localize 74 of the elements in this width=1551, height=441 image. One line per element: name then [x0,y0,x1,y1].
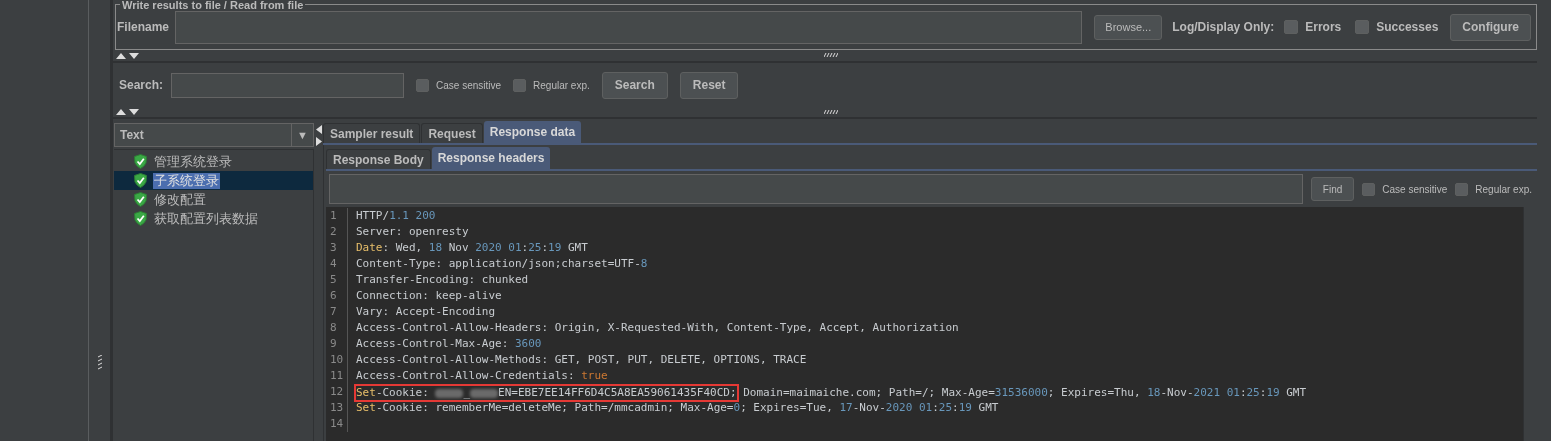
blurred-redaction [470,388,499,398]
line-number: 12 [326,384,348,400]
code-line: Content-Type: application/json;charset=UTF-8 [356,256,648,272]
line-number: 5 [326,272,348,288]
configure-button[interactable]: Configure [1450,13,1531,41]
code-line: Date: Wed, 18 Nov 2020 01:25:19 GMT [356,240,588,256]
checkbox-label: Case sensitive [436,78,502,93]
shield-check-icon [134,173,147,188]
code-line: Access-Control-Max-Age: 3600 [356,336,542,352]
splitter-grip-icon[interactable] [97,355,102,371]
shield-check-icon [134,154,147,169]
line-number: 10 [326,352,348,368]
checkbox[interactable] [1284,20,1299,34]
line-number: 7 [326,304,348,320]
tab[interactable]: Request [421,123,483,143]
split-arrows-icon[interactable] [315,125,322,147]
tab[interactable]: Response data [483,121,582,143]
splitter-grip-icon[interactable] [824,53,838,57]
code-line: Access-Control-Allow-Credentials: true [356,368,608,384]
line-number: 11 [326,368,348,384]
checkbox-label: Case sensitive [1382,182,1448,197]
line-number: 13 [326,400,348,416]
code-line: Access-Control-Allow-Headers: Origin, X-Requested-With, Content-Type, Accept, Authorization [356,320,959,336]
line-number: 14 [326,416,348,432]
code-line: Vary: Accept-Encoding [356,304,496,320]
checkbox[interactable] [1362,182,1376,196]
code-line: Set-Cookie: rememberMe=deleteMe; Path=/mmcadmin; Max-Age=0; Expires=Tue, 17-Nov-2020 01:25:19 GMT [356,400,999,416]
checkbox[interactable] [1355,20,1370,34]
checkbox-label: Regular exp. [1475,182,1532,197]
tree-item[interactable]: 管理系统登录 [114,152,313,171]
browse-button[interactable]: Browse... [1094,14,1163,40]
group-title: Write results to file / Read from file [120,0,306,11]
tab[interactable]: Response headers [431,147,551,169]
tree-item[interactable]: 获取配置列表数据 [114,209,313,228]
highlight-frame: Set-Cookie: _ EN=EBE7EE14FF6D4C5A8EA59061435F40CD; [354,384,739,402]
collapse-arrows-icon[interactable] [116,108,140,115]
splitter-grip-icon[interactable] [824,110,838,114]
line-number: 3 [326,240,348,256]
code-line: Server: openresty [356,224,469,240]
line-number: 2 [326,224,348,240]
blurred-redaction [435,388,464,398]
code-line: Connection: keep-alive [356,288,502,304]
tree-item[interactable]: 子系统登录 [114,171,313,190]
shield-check-icon [134,192,147,207]
log-display-label: Log/Display Only: [1172,19,1275,36]
search-field[interactable] [171,72,405,98]
line-number: 1 [326,208,348,224]
line-number: 9 [326,336,348,352]
shield-check-icon [134,211,147,226]
tab[interactable]: Response Body [326,149,431,169]
code-line: Set-Cookie: _ EN=EBE7EE14FF6D4C5A8EA59061435F40CD; Domain=maimaiche.com; Path=/; Max-Age=31536000; Expires=Thu, 18-Nov-2021 01:25:19 GMT [356,384,1307,400]
code-line: HTTP/1.1 200 [356,208,436,224]
line-number: 4 [326,256,348,272]
field-label: Filename [117,19,170,36]
filename-field[interactable] [175,10,1083,44]
code-line: Transfer-Encoding: chunked [356,272,529,288]
tree-item[interactable]: 修改配置 [114,190,313,209]
find-field[interactable] [329,174,1303,204]
checkbox-label: Regular exp. [533,78,590,93]
checkbox-label: Errors [1305,19,1342,36]
search-button[interactable]: Search [601,71,668,99]
checkbox[interactable] [416,78,430,92]
checkbox[interactable] [1455,182,1469,196]
tab[interactable]: Sampler result [323,123,421,143]
checkbox[interactable] [513,78,527,92]
renderer-dropdown[interactable]: Text ▼ [114,123,314,147]
line-number: 6 [326,288,348,304]
collapse-arrows-icon[interactable] [116,52,140,59]
find-button[interactable]: Find [1310,177,1355,201]
checkbox-label: Successes [1376,19,1439,36]
search-label: Search: [119,77,164,94]
reset-button[interactable]: Reset [679,71,739,99]
line-number: 8 [326,320,348,336]
code-line: Access-Control-Allow-Methods: GET, POST, PUT, DELETE, OPTIONS, TRACE [356,352,807,368]
